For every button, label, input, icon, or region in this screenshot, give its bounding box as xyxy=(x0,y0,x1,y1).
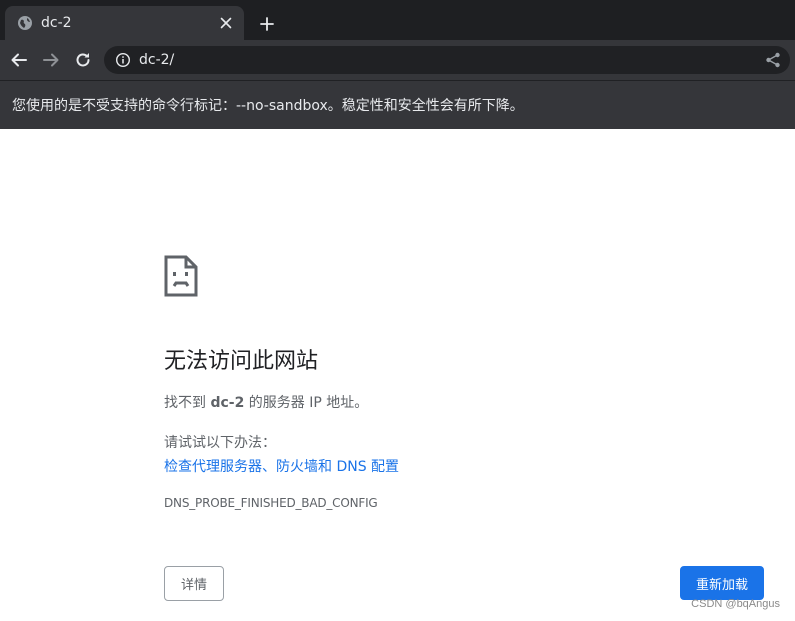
infobar-message: 您使用的是不受支持的命令行标记：--no-sandbox。稳定性和安全性会有所下… xyxy=(12,98,524,114)
url-text[interactable]: dc-2/ xyxy=(139,51,174,69)
globe-icon xyxy=(17,15,33,31)
arrow-left-icon xyxy=(11,53,27,67)
error-description: 找不到 dc-2 的服务器 IP 地址。 xyxy=(164,392,368,412)
reload-button[interactable]: 重新加载 xyxy=(680,566,764,600)
reload-toolbar-button[interactable] xyxy=(71,48,95,72)
plus-icon xyxy=(260,17,274,31)
info-icon[interactable] xyxy=(115,52,131,68)
sad-page-icon xyxy=(164,255,198,297)
watermark: CSDN @bqAngus xyxy=(691,598,780,610)
forward-button[interactable] xyxy=(39,48,63,72)
check-proxy-firewall-dns-link[interactable]: 检查代理服务器、防火墙和 DNS 配置 xyxy=(164,456,399,476)
reload-icon xyxy=(76,53,90,67)
back-button[interactable] xyxy=(7,48,31,72)
error-title: 无法访问此网站 xyxy=(164,349,319,374)
description-prefix: 找不到 xyxy=(164,395,211,411)
warning-infobar: 您使用的是不受支持的命令行标记：--no-sandbox。稳定性和安全性会有所下… xyxy=(0,80,795,129)
address-bar[interactable]: dc-2/ xyxy=(104,46,790,74)
error-page: 无法访问此网站 找不到 dc-2 的服务器 IP 地址。 请试试以下办法： 检查… xyxy=(0,129,795,621)
share-icon[interactable] xyxy=(764,51,782,69)
tab-dc-2[interactable]: dc-2 xyxy=(5,6,244,40)
try-label: 请试试以下办法： xyxy=(164,435,276,451)
tab-title: dc-2 xyxy=(41,15,72,31)
arrow-right-icon xyxy=(43,53,59,67)
browser-toolbar: dc-2/ xyxy=(0,40,795,80)
close-icon[interactable] xyxy=(217,14,235,32)
new-tab-button[interactable] xyxy=(256,13,278,35)
error-code: DNS_PROBE_FINISHED_BAD_CONFIG xyxy=(164,496,378,510)
description-host: dc-2 xyxy=(210,395,245,411)
details-button[interactable]: 详情 xyxy=(164,566,224,601)
description-suffix: 的服务器 IP 地址。 xyxy=(244,395,369,411)
tab-strip: dc-2 xyxy=(0,0,795,40)
